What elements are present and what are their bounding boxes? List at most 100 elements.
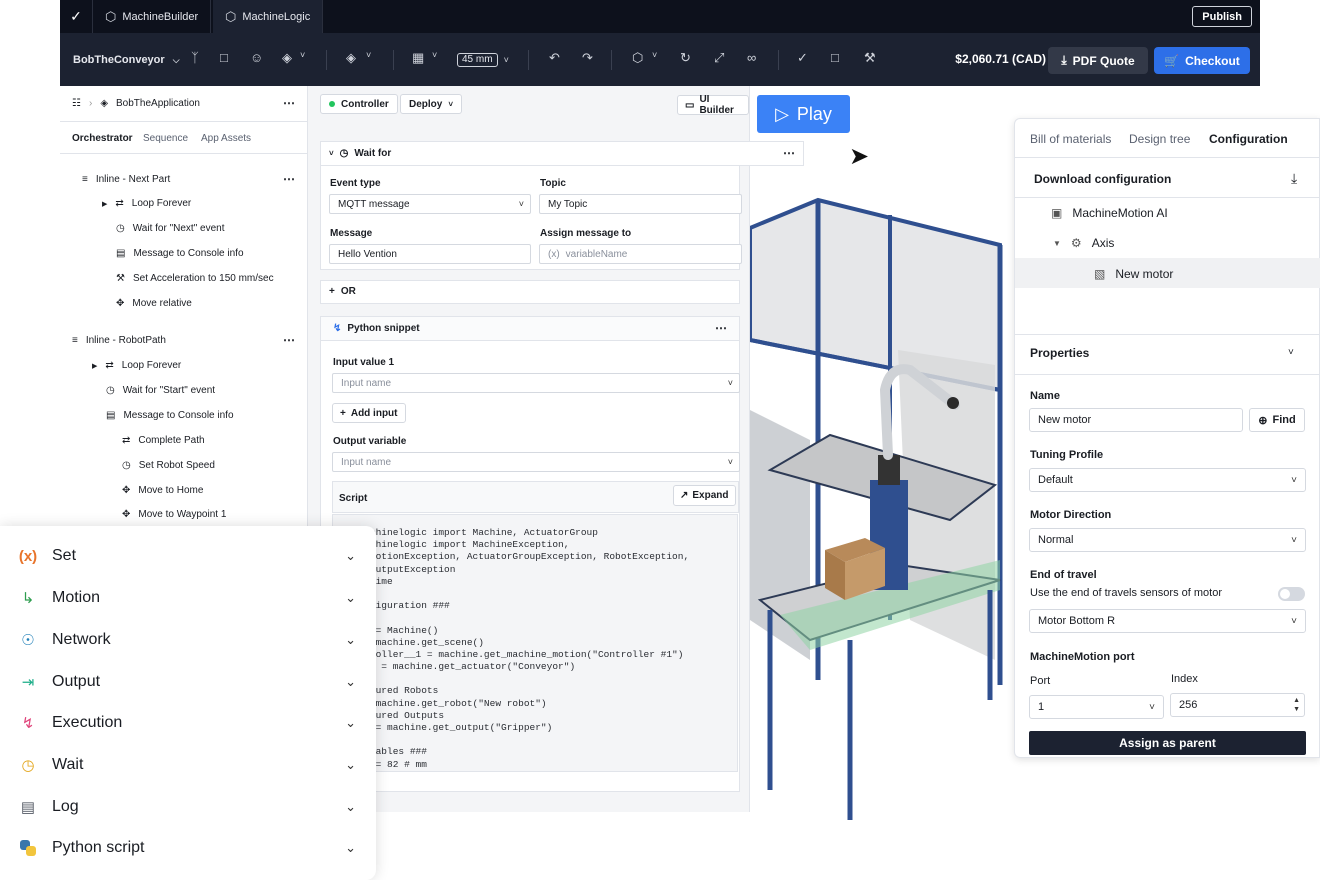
tree-item[interactable]: ▣ MachineMotion AI bbox=[1051, 206, 1168, 220]
caret-right-icon[interactable]: ▶ bbox=[102, 200, 107, 208]
chevron-down-icon[interactable]: ˅ bbox=[432, 51, 437, 69]
chat-icon[interactable]: □ bbox=[831, 51, 839, 69]
link-icon[interactable]: ∞ bbox=[747, 51, 756, 69]
script-editor[interactable]: from machinelogic import Machine, Actuat… bbox=[332, 514, 738, 772]
user-add-icon[interactable]: ☺ bbox=[250, 51, 263, 69]
tab-machinelogic[interactable]: ⬡ MachineLogic bbox=[213, 0, 324, 33]
tree-item[interactable]: ◷ Wait for "Next" event bbox=[116, 223, 225, 234]
category-log[interactable]: ▤ Log ⌄ bbox=[16, 796, 360, 818]
controller-button[interactable]: Controller bbox=[320, 94, 398, 114]
tree-item[interactable]: ⇄ Complete Path bbox=[122, 435, 205, 446]
tree-item[interactable]: ◷ Wait for "Start" event bbox=[106, 385, 215, 396]
tree-item-selected[interactable]: ▧ New motor bbox=[1094, 267, 1173, 281]
hierarchy-icon[interactable]: ☷ bbox=[72, 98, 81, 109]
layers-icon[interactable]: ◈ bbox=[282, 51, 292, 69]
category-execution[interactable]: ↯ Execution ⌄ bbox=[16, 712, 360, 734]
add-input-button[interactable]: + Add input bbox=[332, 403, 406, 423]
tree-item-label: Inline - RobotPath bbox=[85, 335, 166, 346]
more-icon[interactable]: ⋯ bbox=[283, 333, 295, 347]
more-icon[interactable]: ⋯ bbox=[283, 96, 295, 110]
publish-button[interactable]: Publish bbox=[1192, 6, 1252, 27]
category-set[interactable]: (x) Set ⌄ bbox=[16, 545, 360, 567]
tree-item[interactable]: ▼ ⚙ Axis bbox=[1053, 236, 1114, 250]
zoom-selector[interactable]: 45 mm ˅ bbox=[457, 51, 509, 69]
event-type-select[interactable]: MQTT message ˅ bbox=[329, 194, 531, 214]
tree-item[interactable]: ✥ Move relative bbox=[116, 298, 192, 309]
tree-item[interactable]: ▤ Message to Console info bbox=[116, 248, 244, 259]
app-logo-icon[interactable]: ✓ bbox=[60, 0, 93, 33]
tab-configuration[interactable]: Configuration bbox=[1209, 132, 1288, 146]
port-select[interactable]: 1 ˅ bbox=[1029, 695, 1164, 719]
tuning-profile-select[interactable]: Default ˅ bbox=[1029, 468, 1306, 492]
category-motion[interactable]: ↳ Motion ⌄ bbox=[16, 587, 360, 609]
code-line: from machinelogic import MachineExceptio… bbox=[332, 539, 570, 551]
tab-sequence[interactable]: Sequence bbox=[143, 133, 188, 144]
tab-label: MachineLogic bbox=[242, 10, 311, 23]
topic-input[interactable]: My Topic bbox=[539, 194, 742, 214]
tree-item[interactable]: ✥ Move to Home bbox=[122, 485, 203, 496]
category-python-script[interactable]: Python script ⌄ bbox=[16, 837, 360, 859]
name-input[interactable]: New motor bbox=[1029, 408, 1243, 432]
tab-design-tree[interactable]: Design tree bbox=[1129, 132, 1190, 146]
deploy-dropdown[interactable]: Deploy ˅ bbox=[400, 94, 463, 114]
caret-right-icon[interactable]: ▶ bbox=[92, 362, 97, 370]
chevron-down-icon[interactable]: ˅ bbox=[652, 51, 657, 69]
cube-icon[interactable]: ⬡ bbox=[632, 51, 643, 69]
tab-bill-of-materials[interactable]: Bill of materials bbox=[1030, 132, 1111, 146]
project-selector[interactable]: BobTheConveyor ⌵ bbox=[73, 51, 180, 69]
chevron-down-icon[interactable]: ˅ bbox=[329, 149, 334, 158]
download-icon[interactable]: ⤓ bbox=[1291, 170, 1297, 187]
end-of-travel-toggle[interactable] bbox=[1278, 587, 1305, 601]
collapse-icon[interactable]: ⤢ bbox=[714, 51, 724, 69]
category-output[interactable]: ⇥ Output ⌄ bbox=[16, 671, 360, 693]
chevron-down-icon[interactable]: ˅ bbox=[366, 51, 371, 69]
output-variable-select[interactable]: Input name ˅ bbox=[332, 452, 740, 472]
stepper-arrows-icon[interactable]: ▲ ▼ bbox=[1293, 696, 1300, 714]
assign-variable-input[interactable]: (x) variableName bbox=[539, 244, 742, 264]
more-icon[interactable]: ⋯ bbox=[715, 321, 727, 335]
rotate-icon[interactable]: ↻ bbox=[680, 51, 691, 69]
checkout-button[interactable]: 🛒 Checkout bbox=[1154, 47, 1250, 74]
grid-snap-icon[interactable]: ▦ bbox=[412, 51, 424, 69]
caret-down-icon[interactable]: ▼ bbox=[1053, 239, 1061, 248]
more-icon[interactable]: ⋯ bbox=[283, 172, 295, 186]
tab-orchestrator[interactable]: Orchestrator bbox=[72, 133, 133, 144]
breadcrumb-app[interactable]: BobTheApplication bbox=[116, 98, 200, 109]
category-wait[interactable]: ◷ Wait ⌄ bbox=[16, 754, 360, 776]
tag-icon[interactable]: ◈ bbox=[346, 51, 356, 69]
message-input[interactable]: Hello Vention bbox=[329, 244, 531, 264]
machine-3d-viewport[interactable] bbox=[750, 140, 1015, 830]
chevron-down-icon[interactable]: ˅ bbox=[300, 51, 305, 69]
check-circle-icon[interactable]: ✓ bbox=[797, 51, 808, 69]
chevron-down-icon[interactable]: ˅ bbox=[1288, 347, 1294, 358]
expand-button[interactable]: ↗ Expand bbox=[673, 485, 736, 506]
download-icon: ⤓ bbox=[1061, 53, 1067, 67]
redo-icon[interactable]: ↷ bbox=[582, 51, 593, 69]
tab-app-assets[interactable]: App Assets bbox=[201, 133, 251, 144]
tree-item[interactable]: ▤ Message to Console info bbox=[106, 410, 234, 421]
tab-machinebuilder[interactable]: ⬡ MachineBuilder bbox=[93, 0, 212, 33]
play-button[interactable]: ▷ Play bbox=[757, 95, 850, 133]
end-sensor-select[interactable]: Motor Bottom R ˅ bbox=[1029, 609, 1306, 633]
ui-builder-button[interactable]: ▭ UI Builder bbox=[677, 94, 749, 116]
category-network[interactable]: ☉ Network ⌄ bbox=[16, 629, 360, 651]
motor-direction-select[interactable]: Normal ˅ bbox=[1029, 528, 1306, 552]
comment-icon[interactable]: □ bbox=[220, 51, 228, 69]
tree-item[interactable]: ▶ ⇄ Loop Forever bbox=[92, 360, 181, 371]
branch-icon[interactable]: ᛉ bbox=[191, 51, 199, 69]
or-block[interactable]: + OR bbox=[320, 280, 740, 304]
tree-item[interactable]: ✥ Move to Waypoint 1 bbox=[122, 509, 226, 520]
find-button[interactable]: ⊕ Find bbox=[1249, 408, 1305, 432]
tree-item[interactable]: ≡ Inline - RobotPath bbox=[72, 335, 166, 346]
index-stepper[interactable]: 256 ▲ ▼ bbox=[1170, 693, 1305, 717]
tree-item[interactable]: ▶ ⇄ Loop Forever bbox=[102, 198, 191, 209]
wait-for-header[interactable]: ˅ ◷ Wait for ⋯ bbox=[320, 141, 804, 166]
tree-item[interactable]: ≡ Inline - Next Part bbox=[82, 174, 170, 185]
input-name-select[interactable]: Input name ˅ bbox=[332, 373, 740, 393]
assign-as-parent-button[interactable]: Assign as parent bbox=[1029, 731, 1306, 755]
wrench-icon[interactable]: ⚒ bbox=[864, 51, 876, 69]
pdf-quote-button[interactable]: ⤓ PDF Quote bbox=[1048, 47, 1148, 74]
undo-icon[interactable]: ↶ bbox=[549, 51, 560, 69]
tree-item[interactable]: ◷ Set Robot Speed bbox=[122, 460, 215, 471]
tree-item[interactable]: ⚒ Set Acceleration to 150 mm/sec bbox=[116, 273, 274, 284]
